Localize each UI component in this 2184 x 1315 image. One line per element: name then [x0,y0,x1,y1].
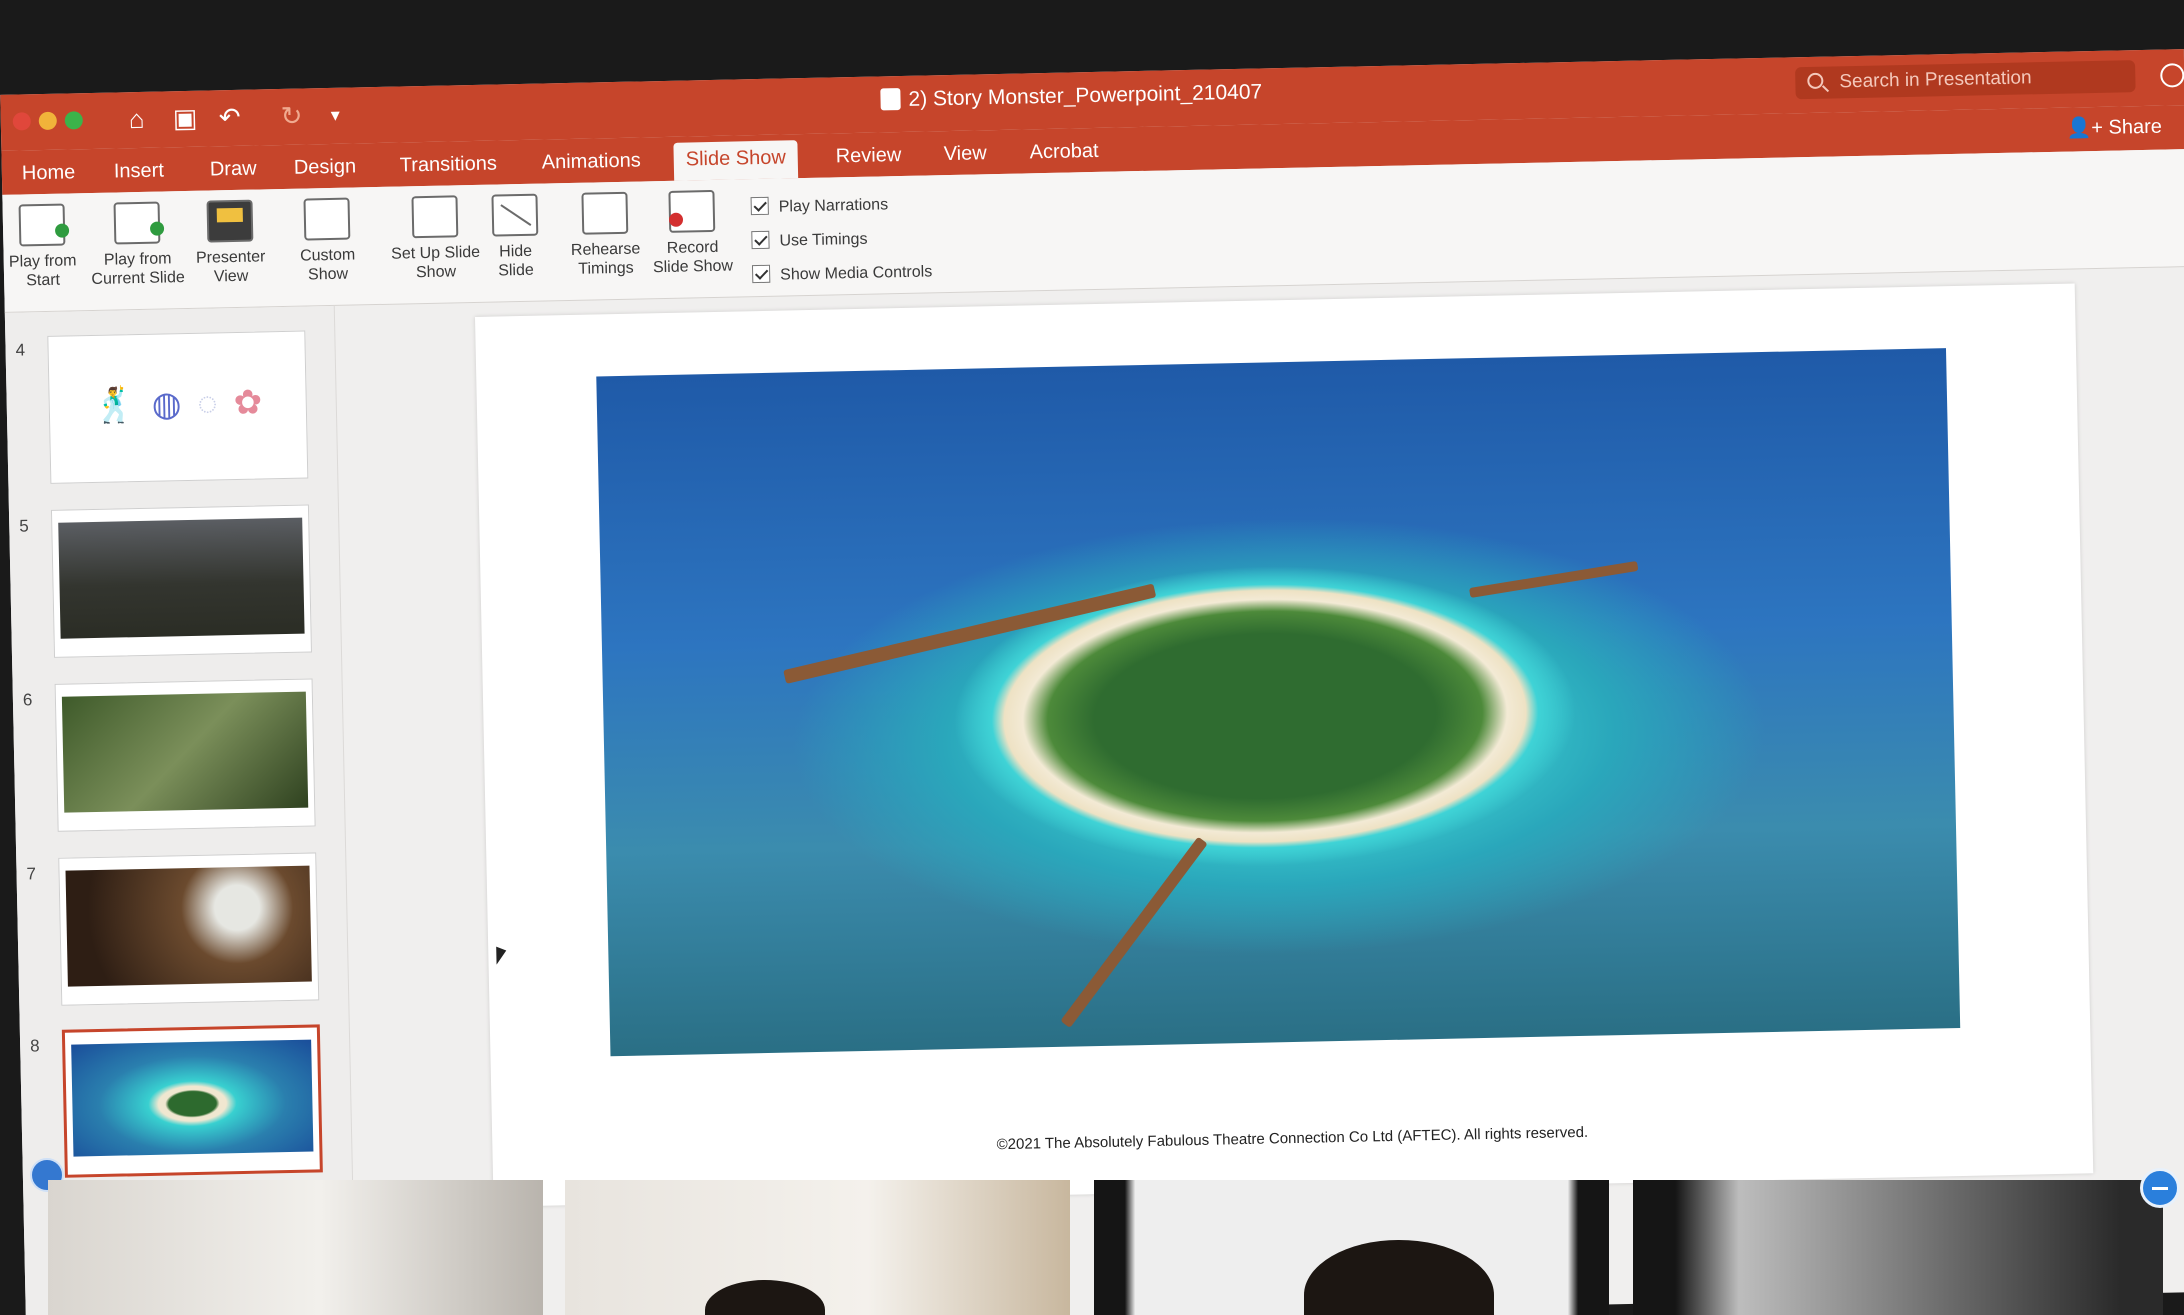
custom-show-icon [303,197,351,241]
feedback-smiley-icon[interactable] [2160,63,2184,88]
tab-acrobat[interactable]: Acrobat [1017,134,1111,174]
show-media-controls-checkbox[interactable]: Show Media Controls [751,261,933,285]
video-tile[interactable] [1633,1180,2163,1315]
custom-show-label: Custom Show [299,246,356,284]
tab-design[interactable]: Design [281,149,368,189]
mouse-pointer-icon [496,946,507,965]
fairy-icon: ✿ [233,383,263,423]
set-up-slide-show-label: Set Up Slide Show [391,243,481,282]
undo-icon[interactable]: ↶ [218,102,240,132]
video-tile[interactable] [48,1180,543,1315]
play-from-current-label: Play from Current Slide [91,250,185,288]
slide-thumbnail-6[interactable] [54,678,316,832]
powerpoint-window: ⌂ ▣ ↶ ↻ ▾ 2) Story Monster_Powerpoint_21… [0,49,2184,1315]
play-narrations-checkbox[interactable]: Play Narrations [750,194,889,217]
video-tile[interactable] [565,1180,1070,1315]
play-from-start-icon [18,203,66,247]
dancer-figure-icon: 🕺 [93,386,137,425]
presenter-view-label: Presenter View [195,248,266,286]
custom-show-button[interactable]: Custom Show [288,197,366,285]
tab-slide-show[interactable]: Slide Show [673,140,799,181]
copyright-footer: ©2021 The Absolutely Fabulous Theatre Co… [996,1123,1589,1154]
hide-slide-button[interactable]: Hide Slide [486,193,544,281]
video-tile[interactable] [1094,1180,1609,1315]
use-timings-checkbox[interactable]: Use Timings [751,229,868,251]
record-icon [668,189,716,233]
slide-number: 5 [19,516,29,536]
redo-icon[interactable]: ↻ [280,101,302,131]
hide-slide-icon [491,193,539,237]
record-slide-show-button[interactable]: Record Slide Show [648,189,736,278]
presenter-view-icon [206,199,254,243]
island-resort-photo [596,348,1961,1057]
checkmark-icon [750,196,769,216]
slide-thumbnail-7[interactable] [58,852,320,1006]
castle-thumbnail-image [58,517,305,639]
use-timings-label: Use Timings [779,230,868,250]
document-title: 2) Story Monster_Powerpoint_210407 [880,80,1262,112]
share-label: Share [2108,115,2163,139]
north-jetty [1469,560,1639,598]
tab-home[interactable]: Home [10,155,88,195]
save-icon[interactable]: ▣ [172,103,197,134]
play-from-start-button[interactable]: Play from Start [5,203,81,291]
home-icon[interactable]: ⌂ [128,104,144,134]
powerpoint-file-icon [880,88,901,111]
maximize-window-button[interactable] [64,111,83,130]
show-media-controls-label: Show Media Controls [780,263,933,284]
set-up-slide-show-button[interactable]: Set Up Slide Show [388,195,482,283]
island-thumbnail-image [71,1039,314,1157]
hide-slide-label: Hide Slide [498,242,534,280]
checkmark-icon [751,230,770,250]
participant-head [1304,1240,1494,1315]
play-narrations-label: Play Narrations [778,196,889,216]
jetty [1060,836,1208,1028]
ghost-icon: ◌ [196,383,218,423]
customize-toolbar-icon[interactable]: ▾ [330,100,340,130]
slide-number: 6 [22,690,33,710]
water-villas-pier [783,583,1157,684]
search-placeholder: Search in Presentation [1839,67,2032,93]
search-input[interactable]: Search in Presentation [1795,60,2136,100]
play-from-current-slide-button[interactable]: Play from Current Slide [85,201,191,289]
set-up-slide-show-icon [411,195,459,239]
slide-number: 4 [15,340,26,360]
tab-view[interactable]: View [931,136,999,175]
slide-thumbnail-5[interactable] [50,504,312,658]
cave-thumbnail-image [65,865,312,987]
participant-head [705,1280,825,1315]
stopwatch-icon [581,191,629,235]
record-slide-show-label: Record Slide Show [652,238,734,277]
add-person-icon: 👤+ [2066,116,2109,140]
characters-thumbnail-image: 🕺 ◍ ◌ ✿ [55,344,301,465]
close-window-button[interactable] [12,112,31,131]
forest-thumbnail-image [61,691,309,813]
photo-of-monitor: ⌂ ▣ ↶ ↻ ▾ 2) Story Monster_Powerpoint_21… [0,0,2184,1315]
rehearse-timings-label: Rehearse Timings [570,240,641,278]
video-call-strip [0,1180,2184,1315]
play-from-start-label: Play from Start [8,252,77,290]
collapse-strip-button[interactable] [2140,1168,2180,1208]
play-from-current-icon [113,201,161,245]
search-icon [1807,72,1824,90]
slide-canvas[interactable]: ©2021 The Absolutely Fabulous Theatre Co… [474,283,2094,1207]
slide-thumbnail-4[interactable]: 🕺 ◍ ◌ ✿ [47,330,309,484]
crystal-ball-icon: ◍ [151,385,182,424]
tab-transitions[interactable]: Transitions [387,146,509,187]
share-button[interactable]: 👤+ Share [2066,114,2162,141]
slide-number: 8 [29,1036,40,1056]
presenter-view-button[interactable]: Presenter View [191,199,271,287]
tab-draw[interactable]: Draw [197,151,268,190]
checkmark-icon [751,264,771,284]
slide-thumbnail-8[interactable] [61,1024,323,1178]
tab-animations[interactable]: Animations [529,143,653,184]
document-title-text: 2) Story Monster_Powerpoint_210407 [908,80,1263,111]
tab-review[interactable]: Review [823,138,913,178]
minimize-window-button[interactable] [38,111,57,131]
rehearse-timings-button[interactable]: Rehearse Timings [564,191,646,279]
tab-insert[interactable]: Insert [102,153,177,193]
slide-number: 7 [26,864,37,884]
